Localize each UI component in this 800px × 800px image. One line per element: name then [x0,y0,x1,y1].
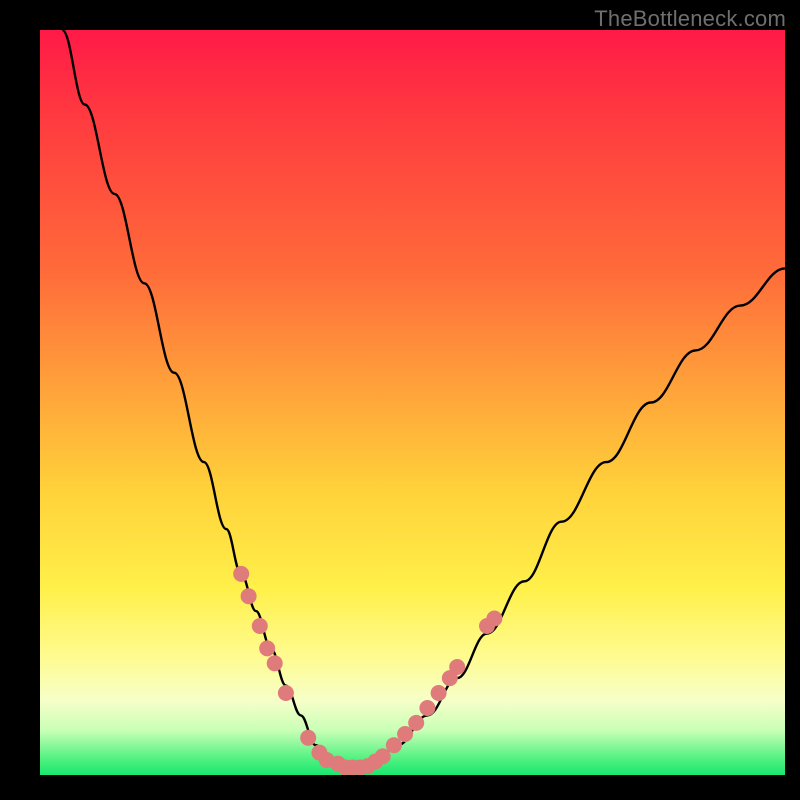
marker-point [449,659,465,675]
chart-frame: TheBottleneck.com [0,0,800,800]
marker-point [252,618,268,634]
marker-group [233,566,502,775]
marker-point [419,700,435,716]
marker-point [278,685,294,701]
marker-point [486,611,502,627]
watermark-text: TheBottleneck.com [594,6,786,32]
marker-point [300,730,316,746]
marker-point [233,566,249,582]
curve-svg [40,30,785,775]
marker-point [241,588,257,604]
marker-point [267,655,283,671]
bottleneck-curve [62,30,785,768]
plot-area [40,30,785,775]
marker-point [408,715,424,731]
marker-point [431,685,447,701]
marker-point [259,640,275,656]
